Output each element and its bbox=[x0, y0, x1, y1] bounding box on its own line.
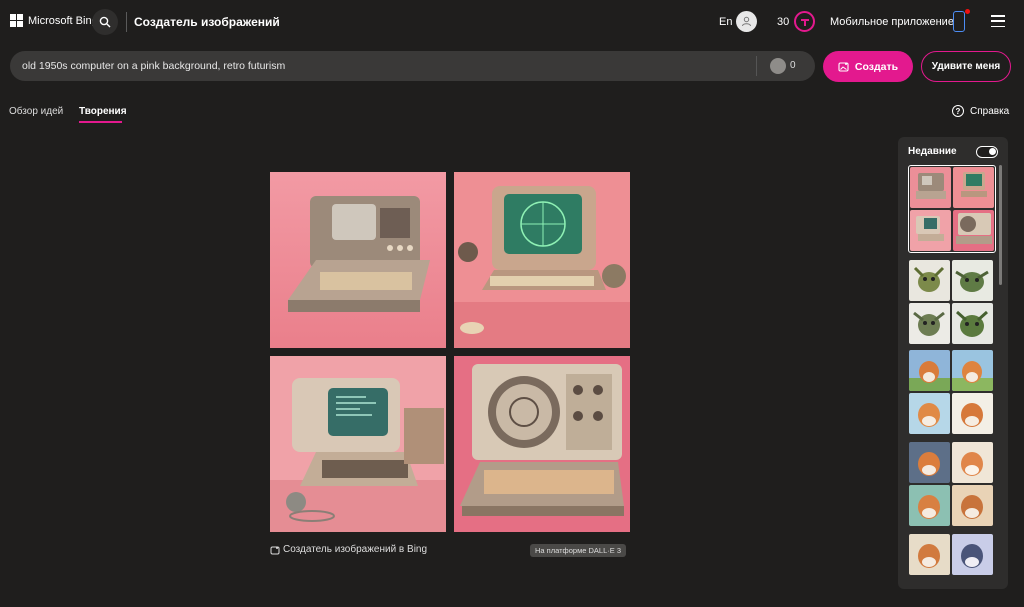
boost-count: 0 bbox=[790, 60, 796, 71]
notification-dot bbox=[965, 9, 970, 14]
active-tab-indicator bbox=[79, 121, 122, 123]
recent-thumb bbox=[952, 485, 993, 526]
user-avatar-icon[interactable] bbox=[736, 11, 757, 32]
generated-image-3[interactable] bbox=[270, 356, 446, 532]
generated-images-grid bbox=[270, 172, 630, 532]
top-bar: Microsoft Bing Создатель изображений En … bbox=[0, 0, 1024, 44]
scrollbar[interactable] bbox=[999, 165, 1002, 285]
phone-icon[interactable] bbox=[953, 11, 965, 32]
recent-creations-panel: Недавние bbox=[898, 137, 1008, 589]
prompt-input[interactable]: old 1950s computer on a pink background,… bbox=[22, 60, 285, 72]
recent-thumb bbox=[909, 485, 950, 526]
boost-coin-icon bbox=[770, 58, 786, 74]
recent-thumb bbox=[952, 303, 993, 344]
hamburger-menu-icon[interactable] bbox=[991, 15, 1005, 27]
recent-title: Недавние bbox=[908, 146, 957, 157]
recent-thumb bbox=[909, 393, 950, 434]
language-selector[interactable]: En bbox=[719, 16, 732, 28]
help-link[interactable]: ? Справка bbox=[952, 105, 1009, 117]
recent-toggle[interactable] bbox=[976, 146, 998, 158]
create-button[interactable]: Создать bbox=[823, 51, 913, 82]
app-title[interactable]: Создатель изображений bbox=[134, 15, 280, 29]
recent-thumb bbox=[909, 303, 950, 344]
recent-group-dogs-1[interactable] bbox=[908, 349, 996, 437]
recent-thumb bbox=[952, 350, 993, 391]
tab-explore[interactable]: Обзор идей bbox=[9, 106, 63, 117]
recent-thumb bbox=[910, 210, 951, 251]
recent-group-dogs-2[interactable] bbox=[908, 441, 996, 529]
header-divider bbox=[126, 12, 127, 32]
tab-creations[interactable]: Творения bbox=[79, 106, 127, 117]
recent-thumb bbox=[909, 534, 950, 575]
microsoft-logo-icon bbox=[10, 14, 23, 27]
recent-thumb bbox=[909, 350, 950, 391]
recent-group-computers[interactable] bbox=[908, 165, 996, 253]
image-creator-icon bbox=[270, 546, 280, 554]
recent-thumb bbox=[953, 167, 994, 208]
create-button-label: Создать bbox=[854, 60, 899, 73]
recent-thumb bbox=[909, 442, 950, 483]
brand-name: Microsoft Bing bbox=[28, 14, 98, 27]
generated-image-4[interactable] bbox=[454, 356, 630, 532]
recent-group-creatures[interactable] bbox=[908, 259, 996, 347]
help-label: Справка bbox=[970, 105, 1010, 117]
help-icon: ? bbox=[952, 105, 964, 117]
search-icon bbox=[99, 16, 111, 28]
surprise-me-button[interactable]: Удивите меня bbox=[921, 51, 1011, 82]
mobile-app-link[interactable]: Мобильное приложение bbox=[830, 16, 954, 28]
prompt-input-container[interactable]: old 1950s computer on a pink background,… bbox=[10, 51, 815, 81]
dalle-badge: На платформе DALL·E 3 bbox=[530, 544, 626, 557]
rewards-count[interactable]: 30 bbox=[777, 16, 789, 28]
rewards-coin-icon[interactable] bbox=[794, 11, 815, 32]
recent-thumb bbox=[952, 393, 993, 434]
recent-thumb bbox=[909, 260, 950, 301]
recent-group-dogs-3[interactable] bbox=[908, 533, 996, 589]
generated-image-2[interactable] bbox=[454, 172, 630, 348]
caption-text: Создатель изображений в Bing bbox=[283, 544, 428, 555]
prompt-divider bbox=[756, 56, 757, 76]
generated-image-1[interactable] bbox=[270, 172, 446, 348]
recent-thumb bbox=[953, 210, 994, 251]
image-caption[interactable]: Создатель изображений в Bing bbox=[270, 544, 427, 555]
search-button[interactable] bbox=[92, 9, 118, 35]
recent-thumb bbox=[952, 260, 993, 301]
recent-thumb bbox=[952, 442, 993, 483]
recent-thumb bbox=[952, 534, 993, 575]
image-create-icon bbox=[838, 62, 849, 72]
recent-thumb bbox=[910, 167, 951, 208]
bing-logo[interactable]: Microsoft Bing bbox=[10, 14, 98, 27]
